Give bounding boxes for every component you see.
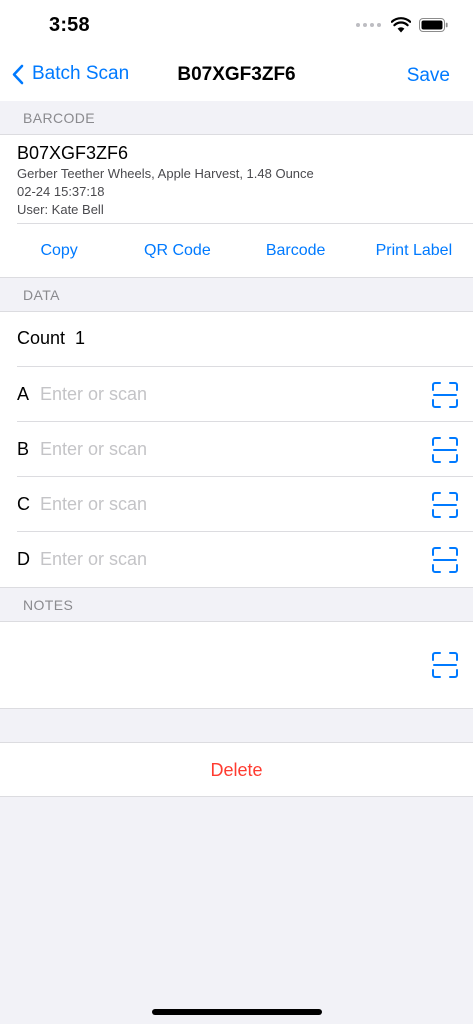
- signal-icon: [356, 23, 381, 27]
- field-c-input[interactable]: [40, 491, 410, 517]
- count-row: Count 1: [0, 312, 473, 367]
- barcode-value: B07XGF3ZF6: [17, 143, 129, 163]
- field-label-b: B: [17, 439, 30, 459]
- wifi-icon: [391, 17, 411, 33]
- barcode-button[interactable]: Barcode: [237, 224, 355, 278]
- field-d-input[interactable]: [40, 546, 410, 572]
- scan-user: User: Kate Bell: [17, 202, 104, 217]
- qr-code-button[interactable]: QR Code: [118, 224, 236, 278]
- field-label-a: A: [17, 384, 30, 404]
- copy-button[interactable]: Copy: [0, 224, 118, 278]
- section-header-data: DATA: [23, 287, 60, 303]
- status-icons: [356, 17, 449, 33]
- section-header-barcode: BARCODE: [23, 110, 96, 126]
- delete-button[interactable]: Delete: [0, 760, 473, 781]
- field-row-a: A: [0, 367, 473, 422]
- barcode-group: B07XGF3ZF6 Gerber Teether Wheels, Apple …: [0, 134, 473, 278]
- save-button[interactable]: Save: [407, 65, 450, 87]
- scan-timestamp: 02-24 15:37:18: [17, 184, 105, 199]
- barcode-actions: Copy QR Code Barcode Print Label: [0, 224, 473, 278]
- notes-input[interactable]: [17, 652, 407, 678]
- field-row-d: D: [0, 532, 473, 587]
- count-label: Count 1: [17, 328, 86, 348]
- section-header-notes: NOTES: [23, 597, 74, 613]
- notes-group: [0, 621, 473, 709]
- field-a-input[interactable]: [40, 381, 410, 407]
- field-row-c: C: [0, 477, 473, 532]
- field-label-d: D: [17, 549, 30, 569]
- field-row-b: B: [0, 422, 473, 477]
- field-label-c: C: [17, 494, 30, 514]
- field-b-input[interactable]: [40, 436, 410, 462]
- nav-title: B07XGF3ZF6: [177, 64, 296, 85]
- scan-icon[interactable]: [431, 436, 459, 464]
- top-bar: 3:58 Batch Scan B07XGF3ZF6 Save: [0, 0, 473, 101]
- data-group: Count 1 A B C D: [0, 311, 473, 588]
- status-time: 3:58: [49, 14, 90, 36]
- scan-icon[interactable]: [431, 381, 459, 409]
- home-indicator[interactable]: [152, 1009, 322, 1015]
- scan-icon[interactable]: [431, 491, 459, 519]
- delete-group[interactable]: Delete: [0, 742, 473, 797]
- product-description: Gerber Teether Wheels, Apple Harvest, 1.…: [17, 166, 314, 181]
- scan-icon[interactable]: [431, 651, 459, 679]
- battery-icon: [419, 18, 448, 32]
- print-label-button[interactable]: Print Label: [355, 224, 473, 278]
- scan-icon[interactable]: [431, 546, 459, 574]
